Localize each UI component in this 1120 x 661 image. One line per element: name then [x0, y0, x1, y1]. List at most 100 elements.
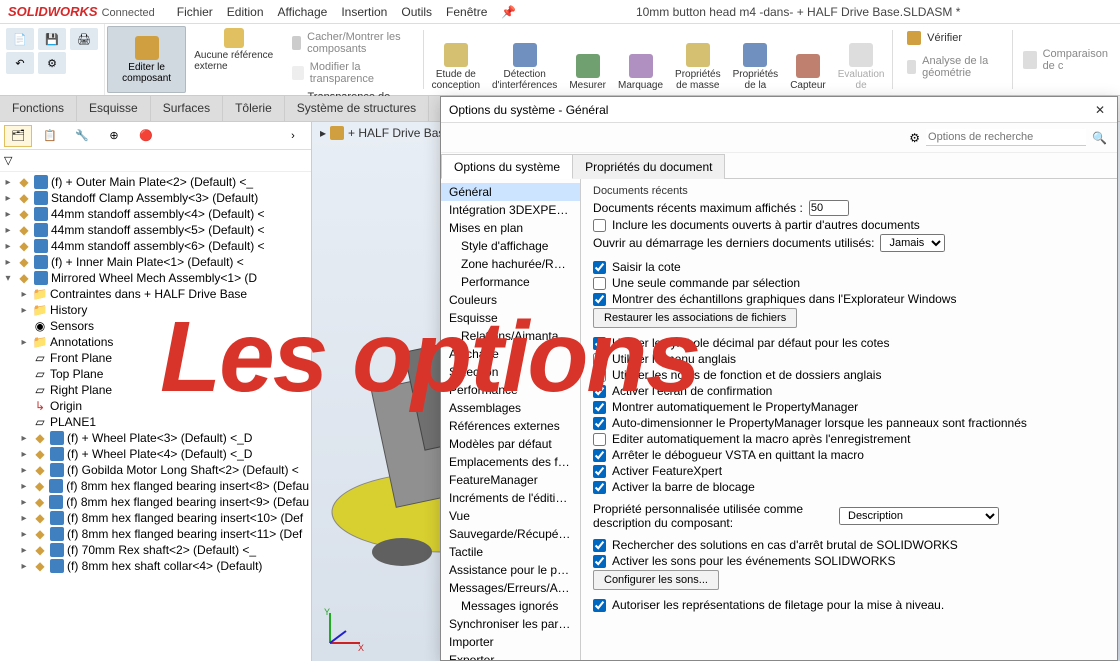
expand-icon[interactable]: ▸ — [2, 177, 14, 188]
tree-item[interactable]: ▱PLANE1 — [0, 414, 311, 430]
expand-icon[interactable]: ▸ — [18, 561, 30, 572]
options-category-item[interactable]: Zone hachurée/Remplir — [441, 255, 580, 273]
expand-icon[interactable]: ▸ — [18, 337, 30, 348]
options-category-item[interactable]: Assistance pour le perçage/T — [441, 561, 580, 579]
evaluation-button[interactable]: Evaluationde — [832, 24, 891, 95]
include-open-docs-checkbox[interactable] — [593, 219, 606, 232]
new-icon[interactable]: 📄 — [6, 28, 34, 50]
tab-surfaces[interactable]: Surfaces — [151, 96, 223, 121]
recent-max-input[interactable] — [809, 200, 849, 216]
interference-button[interactable]: Détectiond'interférences — [486, 24, 563, 95]
sensor-button[interactable]: Capteur — [784, 24, 832, 95]
option-checkbox[interactable] — [593, 293, 606, 306]
expand-tab[interactable]: › — [279, 125, 307, 147]
expand-icon[interactable]: ▸ — [2, 257, 14, 268]
expand-icon[interactable]: ▸ — [18, 465, 30, 476]
options-category-item[interactable]: Relations/Aimantation — [441, 327, 580, 345]
tree-item[interactable]: ▸◆(f) + Inner Main Plate<1> (Default) < — [0, 254, 311, 270]
filter-icon[interactable]: ▽ — [4, 154, 12, 167]
tree-item[interactable]: ▸◆(f) Gobilda Motor Long Shaft<2> (Defau… — [0, 462, 311, 478]
expand-icon[interactable]: ▸ — [18, 497, 30, 508]
allow-thread-checkbox[interactable] — [593, 599, 606, 612]
expand-icon[interactable]: ▸ — [18, 449, 30, 460]
options-category-item[interactable]: Incréments de l'édition de co — [441, 489, 580, 507]
options-category-item[interactable]: FeatureManager — [441, 471, 580, 489]
mass-props-button[interactable]: Propriétésde masse — [669, 24, 727, 95]
expand-icon[interactable]: ▸ — [18, 529, 30, 540]
edit-component-button[interactable]: Editer le composant — [107, 26, 186, 93]
option-checkbox[interactable] — [593, 277, 606, 290]
option-checkbox[interactable] — [593, 539, 606, 552]
search-icon[interactable]: 🔍 — [1092, 131, 1107, 145]
option-checkbox[interactable] — [593, 465, 606, 478]
options-category-item[interactable]: Performance — [441, 273, 580, 291]
no-ext-ref-label[interactable]: Aucune référence externe — [194, 50, 274, 72]
tree-item[interactable]: ▸📁History — [0, 302, 311, 318]
option-checkbox[interactable] — [593, 337, 606, 350]
geometry-analysis[interactable]: Analyse de la géométrie — [899, 52, 1006, 82]
measure-button[interactable]: Mesurer — [563, 24, 612, 95]
hide-show-components[interactable]: Cacher/Montrer les composants — [284, 28, 417, 58]
viewport-expand-icon[interactable]: ▸ — [320, 126, 326, 140]
tree-item[interactable]: ▸◆(f) 8mm hex flanged bearing insert<9> … — [0, 494, 311, 510]
options-category-item[interactable]: Références externes — [441, 417, 580, 435]
menu-view[interactable]: Affichage — [278, 5, 328, 19]
option-checkbox[interactable] — [593, 449, 606, 462]
tab-sheetmetal[interactable]: Tôlerie — [223, 96, 285, 121]
tab-features[interactable]: Fonctions — [0, 96, 77, 121]
tree-item[interactable]: ▱Front Plane — [0, 350, 311, 366]
option-checkbox[interactable] — [593, 369, 606, 382]
tree-item[interactable]: ▸◆Standoff Clamp Assembly<3> (Default) — [0, 190, 311, 206]
menu-tools[interactable]: Outils — [401, 5, 432, 19]
restore-associations-button[interactable]: Restaurer les associations de fichiers — [593, 308, 797, 328]
expand-icon[interactable]: ▸ — [18, 545, 30, 556]
expand-icon[interactable]: ▸ — [18, 289, 30, 300]
config-tab[interactable]: 🔧 — [68, 125, 96, 147]
options-category-item[interactable]: Assemblages — [441, 399, 580, 417]
tab-document-props[interactable]: Propriétés du document — [572, 154, 725, 179]
options-category-item[interactable]: Synchroniser les paramètres — [441, 615, 580, 633]
verify-button[interactable]: Vérifier — [899, 28, 1006, 48]
options-category-item[interactable]: Général — [441, 183, 580, 201]
option-checkbox[interactable] — [593, 433, 606, 446]
tree-item[interactable]: ▸◆44mm standoff assembly<4> (Default) < — [0, 206, 311, 222]
settings-icon[interactable]: ⚙ — [38, 52, 66, 74]
configure-sounds-button[interactable]: Configurer les sons... — [593, 570, 719, 590]
expand-icon[interactable]: ▾ — [2, 273, 14, 284]
menu-window[interactable]: Fenêtre — [446, 5, 487, 19]
options-category-item[interactable]: Style d'affichage — [441, 237, 580, 255]
undo-icon[interactable]: ↶ — [6, 52, 34, 74]
tree-item[interactable]: ▱Top Plane — [0, 366, 311, 382]
save-icon[interactable]: 💾 — [38, 28, 66, 50]
feature-tree[interactable]: ▸◆(f) + Outer Main Plate<2> (Default) <_… — [0, 172, 311, 661]
option-checkbox[interactable] — [593, 261, 606, 274]
custom-prop-select[interactable]: Description — [839, 507, 999, 525]
expand-icon[interactable]: ▸ — [2, 193, 14, 204]
expand-icon[interactable]: ▸ — [18, 481, 30, 492]
menu-pin[interactable]: 📌 — [501, 5, 516, 19]
options-category-item[interactable]: Messages/Erreurs/Avertissem — [441, 579, 580, 597]
tab-system-options[interactable]: Options du système — [441, 154, 573, 179]
expand-icon[interactable]: ▸ — [2, 241, 14, 252]
options-search-input[interactable] — [926, 129, 1086, 146]
option-checkbox[interactable] — [593, 481, 606, 494]
options-category-item[interactable]: Messages ignorés — [441, 597, 580, 615]
open-last-select[interactable]: Jamais — [880, 234, 945, 252]
option-checkbox[interactable] — [593, 417, 606, 430]
design-study-button[interactable]: Etude deconception — [426, 24, 486, 95]
option-checkbox[interactable] — [593, 401, 606, 414]
tree-item[interactable]: ▸◆44mm standoff assembly<6> (Default) < — [0, 238, 311, 254]
tree-item[interactable]: ▸◆(f) + Outer Main Plate<2> (Default) <_ — [0, 174, 311, 190]
close-icon[interactable]: ✕ — [1091, 101, 1109, 119]
options-category-item[interactable]: Sélection — [441, 363, 580, 381]
feature-tree-tab[interactable]: 🗂 — [4, 125, 32, 147]
expand-icon[interactable]: ▸ — [2, 225, 14, 236]
options-category-item[interactable]: Affichage — [441, 345, 580, 363]
tree-item[interactable]: ▸◆44mm standoff assembly<5> (Default) < — [0, 222, 311, 238]
section-props-button[interactable]: Propriétésde la — [727, 24, 785, 95]
tree-item[interactable]: ▸◆(f) 8mm hex shaft collar<4> (Default) — [0, 558, 311, 574]
options-category-item[interactable]: Importer — [441, 633, 580, 651]
options-category-item[interactable]: Emplacements des fichiers — [441, 453, 580, 471]
options-category-item[interactable]: Exporter — [441, 651, 580, 660]
tree-item[interactable]: ▸◆(f) + Wheel Plate<3> (Default) <_D — [0, 430, 311, 446]
